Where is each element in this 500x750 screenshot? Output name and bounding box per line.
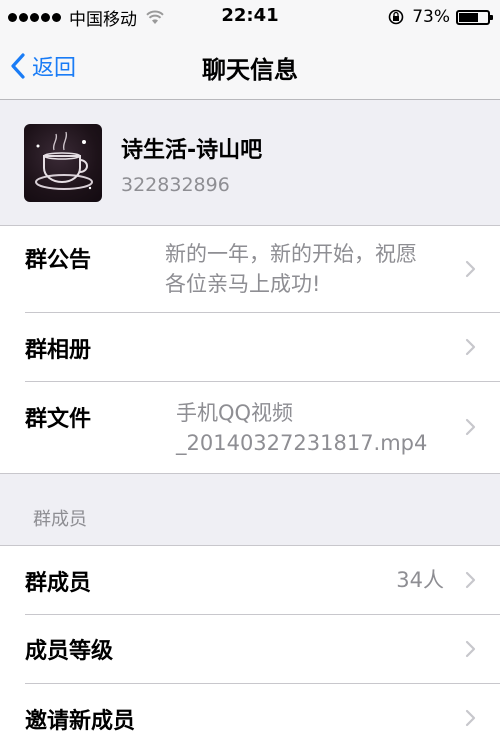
rotation-lock-icon bbox=[388, 9, 404, 25]
member-level-label: 成员等级 bbox=[25, 639, 114, 664]
files-label: 群文件 bbox=[25, 407, 92, 432]
member-level-cell[interactable]: 成员等级 bbox=[0, 614, 500, 683]
chat-info-screen: 中国移动 22:41 73% 返回 聊天信息 诗生活-诗山吧 322832896… bbox=[0, 0, 500, 750]
group-avatar[interactable] bbox=[24, 124, 102, 202]
battery-icon bbox=[456, 9, 493, 25]
group-id: 322832896 bbox=[121, 174, 230, 196]
files-cell[interactable]: 群文件 手机QQ视频 _20140327231817.mp4 bbox=[0, 381, 500, 473]
announcement-value-line1: 新的一年，新的开始，祝愿 bbox=[165, 242, 417, 266]
chevron-right-icon bbox=[465, 418, 476, 436]
announcement-cell[interactable]: 群公告 新的一年，新的开始，祝愿 各位亲马上成功! bbox=[0, 226, 500, 312]
chevron-right-icon bbox=[465, 338, 476, 356]
chevron-right-icon bbox=[465, 709, 476, 727]
files-value-line2: _20140327231817.mp4 bbox=[176, 431, 428, 455]
page-title: 聊天信息 bbox=[202, 56, 298, 84]
status-right: 73% bbox=[388, 6, 493, 28]
chevron-right-icon bbox=[465, 260, 476, 278]
album-label: 群相册 bbox=[25, 338, 92, 363]
announcement-value-line2: 各位亲马上成功! bbox=[165, 272, 321, 296]
chevron-right-icon bbox=[465, 571, 476, 589]
status-bar: 中国移动 22:41 73% bbox=[0, 0, 500, 34]
files-value-line1: 手机QQ视频 bbox=[176, 401, 294, 425]
members-cell[interactable]: 群成员 34人 bbox=[0, 546, 500, 614]
invite-members-cell[interactable]: 邀请新成员 bbox=[0, 683, 500, 750]
invite-members-label: 邀请新成员 bbox=[25, 709, 136, 734]
announcement-label: 群公告 bbox=[25, 248, 92, 273]
group-name: 诗生活-诗山吧 bbox=[121, 138, 263, 163]
group-profile: 诗生活-诗山吧 322832896 bbox=[0, 100, 500, 225]
group-info-section: 群公告 新的一年，新的开始，祝愿 各位亲马上成功! 群相册 群文件 手机QQ视频… bbox=[0, 225, 500, 474]
members-label: 群成员 bbox=[25, 571, 92, 596]
navigation-bar: 返回 聊天信息 bbox=[0, 34, 500, 100]
album-cell[interactable]: 群相册 bbox=[0, 312, 500, 381]
chevron-right-icon bbox=[465, 640, 476, 658]
members-section-header: 群成员 bbox=[33, 509, 87, 530]
members-section: 群成员 34人 成员等级 邀请新成员 bbox=[0, 545, 500, 750]
members-count: 34人 bbox=[396, 568, 444, 592]
battery-percent: 73% bbox=[412, 7, 450, 27]
